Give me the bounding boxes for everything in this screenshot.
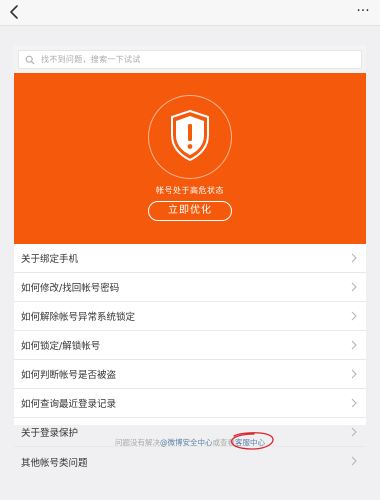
security-card: 找不到问题，搜索一下试试 帐号处于高危状态 立即优化 关于绑定手机 如何修改/找…: [14, 45, 366, 469]
list-item-label: 如何判断帐号是否被盗: [21, 370, 117, 381]
chevron-right-icon: [351, 253, 357, 263]
list-item[interactable]: 如何修改/找回帐号密码: [14, 273, 366, 302]
list-item-label: 如何解除帐号异常系统锁定: [21, 312, 136, 323]
list-item[interactable]: 如何判断帐号是否被盗: [14, 360, 366, 389]
chevron-right-icon: [351, 311, 357, 321]
red-circle-annotation: [231, 432, 274, 450]
more-dots-icon[interactable]: ···: [354, 3, 372, 21]
list-item[interactable]: 如何查询最近登录记录: [14, 389, 366, 418]
shield-alert-icon: [171, 109, 209, 162]
chevron-right-icon: [351, 282, 357, 292]
list-item[interactable]: 如何解除帐号异常系统锁定: [14, 302, 366, 331]
security-status-banner: 帐号处于高危状态 立即优化: [14, 73, 366, 244]
chevron-right-icon: [351, 427, 357, 437]
optimize-now-button[interactable]: 立即优化: [148, 201, 232, 221]
list-item-label: 关于绑定手机: [21, 254, 79, 265]
security-center-link[interactable]: @微博安全中心: [160, 438, 213, 447]
chevron-right-icon: [351, 398, 357, 408]
chevron-right-icon: [351, 369, 357, 379]
search-bar: 找不到问题，搜索一下试试: [14, 45, 366, 73]
list-item-label: 如何锁定/解锁帐号: [21, 341, 101, 352]
account-status-text: 帐号处于高危状态: [156, 186, 224, 195]
list-item-label: 如何修改/找回帐号密码: [21, 283, 120, 294]
list-item[interactable]: 关于绑定手机: [14, 244, 366, 273]
back-chevron-icon[interactable]: [6, 3, 24, 21]
search-input[interactable]: 找不到问题，搜索一下试试: [18, 50, 362, 69]
top-navigation-bar: ···: [0, 0, 380, 26]
footer-prefix-text: 问题没有解决: [115, 438, 160, 447]
search-placeholder: 找不到问题，搜索一下试试: [41, 55, 141, 64]
list-item-label: 其他帐号类问题: [21, 457, 88, 469]
list-item-label: 如何查询最近登录记录: [21, 399, 117, 410]
chevron-right-icon: [351, 456, 357, 466]
search-icon: [25, 55, 35, 64]
list-item[interactable]: 其他帐号类问题: [14, 447, 366, 476]
chevron-right-icon: [351, 340, 357, 350]
help-footer: 问题没有解决@微博安全中心或查看客服中心: [0, 437, 380, 448]
list-item[interactable]: 如何锁定/解锁帐号: [14, 331, 366, 360]
